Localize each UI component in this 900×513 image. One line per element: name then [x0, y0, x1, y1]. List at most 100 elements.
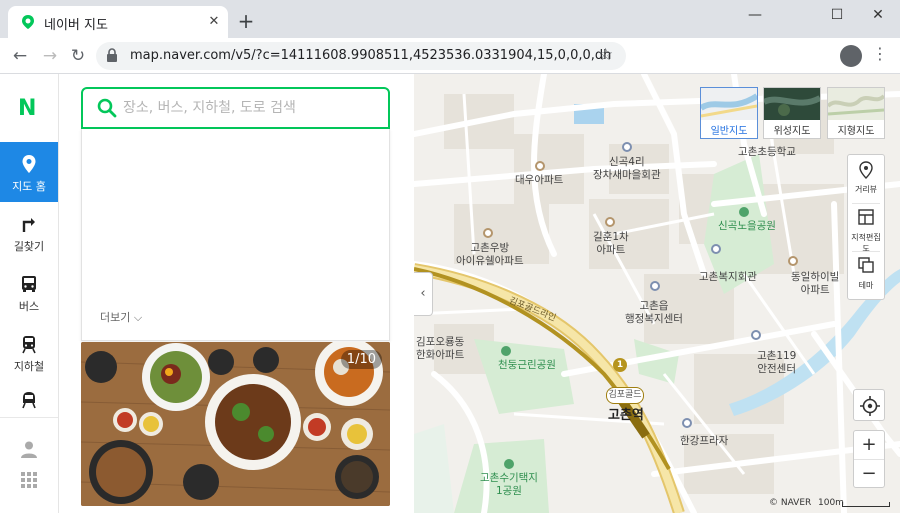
- place-label[interactable]: 김포오룡동 한화아파트: [416, 336, 464, 362]
- photo-counter: 1/10: [340, 350, 382, 369]
- place-label[interactable]: 천둥근린공원: [498, 359, 556, 372]
- place-label[interactable]: 고촌복지회관: [699, 271, 757, 284]
- nav-item-train[interactable]: [0, 382, 58, 418]
- cadastral-map-icon: [858, 209, 874, 225]
- place-label[interactable]: 고촌읍 행정복지센터: [625, 300, 683, 326]
- naver-logo[interactable]: N: [18, 96, 36, 121]
- poi-marker[interactable]: [501, 346, 511, 356]
- map-scale-label: 100m: [818, 498, 844, 508]
- address-bar[interactable]: map.naver.com/v5/?c=14111608.9908511,452…: [96, 42, 626, 70]
- place-label[interactable]: 고촌우방 아이유쉘아파트: [456, 242, 524, 268]
- tool-label: 테마: [858, 281, 874, 290]
- zoom-out-button[interactable]: −: [854, 459, 884, 487]
- back-arrow-icon[interactable]: ←: [6, 42, 34, 70]
- map-type-terrain[interactable]: 지형지도: [827, 87, 885, 139]
- poi-marker[interactable]: [483, 228, 493, 238]
- search-box[interactable]: [81, 87, 390, 129]
- place-label[interactable]: 고촌초등학교: [738, 146, 796, 159]
- poi-marker[interactable]: [788, 256, 798, 266]
- naver-map-favicon-icon: [22, 15, 34, 29]
- search-suggestions: 더보기 ⌵: [81, 129, 390, 341]
- nav-item-label: 지하철: [13, 360, 45, 373]
- place-label[interactable]: 대우아파트: [515, 174, 563, 187]
- theme-layers-icon: [858, 257, 874, 273]
- station-line-badge[interactable]: 김포골드: [606, 387, 644, 404]
- poi-marker[interactable]: [739, 207, 749, 217]
- crosshair-icon: [860, 396, 880, 416]
- map-pin-icon: [22, 155, 36, 173]
- directions-icon: [22, 218, 35, 232]
- place-label[interactable]: 신곡4리 장차새마을회관: [593, 156, 661, 182]
- zoom-control: + −: [853, 430, 885, 488]
- street-view-button[interactable]: 거리뷰: [848, 155, 884, 203]
- station-name[interactable]: 고촌역: [608, 404, 644, 423]
- place-label[interactable]: 고촌수기택지 1공원: [480, 472, 538, 498]
- poi-marker[interactable]: [535, 161, 545, 171]
- satellite-map-thumbnail: [764, 88, 820, 120]
- close-window-button[interactable]: ✕: [858, 2, 898, 28]
- bookmark-star-icon[interactable]: ☆: [598, 45, 613, 65]
- nav-item-bus[interactable]: 버스: [0, 262, 58, 322]
- poi-marker[interactable]: [751, 330, 761, 340]
- poi-marker[interactable]: [622, 142, 632, 152]
- bus-icon: [22, 276, 36, 292]
- nav-item-label: 버스: [18, 300, 40, 313]
- terrain-map-thumbnail: [828, 88, 884, 120]
- zoom-in-button[interactable]: +: [854, 431, 884, 459]
- map-scale-bar: [842, 502, 890, 507]
- map-attribution: © NAVER: [769, 498, 812, 508]
- nav-item-label: 지도 홈: [12, 180, 46, 193]
- profile-avatar-icon[interactable]: [840, 45, 862, 67]
- new-tab-button[interactable]: +: [234, 10, 258, 34]
- place-label[interactable]: 길훈1차 아파트: [593, 231, 629, 257]
- train-icon: [22, 392, 36, 409]
- grid-icon[interactable]: [21, 472, 37, 488]
- browser-tab[interactable]: 네이버 지도 ✕: [8, 6, 228, 38]
- nav-item-directions[interactable]: 길찾기: [0, 202, 58, 262]
- poi-marker[interactable]: [682, 418, 692, 428]
- my-location-button[interactable]: [853, 389, 885, 421]
- minimize-button[interactable]: —: [735, 2, 775, 28]
- place-label[interactable]: 한강프라자: [680, 435, 728, 448]
- map-type-label: 위성지도: [773, 126, 811, 137]
- forward-arrow-icon[interactable]: →: [36, 42, 64, 70]
- subway-icon: [22, 336, 36, 354]
- nav-item-subway[interactable]: 지하철: [0, 322, 58, 382]
- search-icon: [97, 98, 117, 118]
- cadastral-map-button[interactable]: 지적편집도: [848, 203, 884, 253]
- place-label[interactable]: 고촌119 안전센터: [757, 350, 796, 376]
- tab-close-icon[interactable]: ✕: [204, 12, 224, 32]
- street-view-pin-icon: [859, 161, 873, 179]
- browser-toolbar: ← → ↻ map.naver.com/v5/?c=14111608.99085…: [0, 38, 900, 74]
- more-link[interactable]: 더보기 ⌵: [100, 309, 142, 325]
- url-text: map.naver.com/v5/?c=14111608.9908511,452…: [130, 48, 612, 63]
- place-label[interactable]: 신곡노을공원: [718, 220, 776, 233]
- map-view[interactable]: ‹ 고촌초등학교 신곡4리 장차새마을회관 대우아파트 신곡노을공원 길훈1차 …: [414, 74, 900, 513]
- nav-item-label: 길찾기: [13, 240, 45, 253]
- map-type-satellite[interactable]: 위성지도: [763, 87, 821, 139]
- nav-divider: [0, 417, 58, 418]
- user-icon[interactable]: [20, 440, 38, 458]
- tool-label: 거리뷰: [854, 185, 878, 194]
- map-tool-stack: 거리뷰 지적편집도 테마: [847, 154, 885, 300]
- place-label[interactable]: 동일하이빌 아파트: [791, 271, 839, 297]
- browser-menu-icon[interactable]: ⋮: [872, 44, 888, 63]
- poi-marker[interactable]: [605, 217, 615, 227]
- left-navigation: N 지도 홈 길찾기 버스 지하철: [0, 74, 59, 513]
- station-line-number: 1: [613, 358, 627, 372]
- panel-collapse-button[interactable]: ‹: [414, 272, 433, 316]
- browser-tabstrip: 네이버 지도 ✕ + — ☐ ✕: [0, 0, 900, 38]
- nav-item-map-home[interactable]: 지도 홈: [0, 142, 58, 202]
- search-input[interactable]: [123, 97, 373, 119]
- poi-marker[interactable]: [504, 459, 514, 469]
- lock-icon: [107, 48, 117, 62]
- poi-marker[interactable]: [711, 244, 721, 254]
- theme-button[interactable]: 테마: [848, 251, 884, 299]
- reload-icon[interactable]: ↻: [64, 42, 92, 70]
- food-photo-card[interactable]: 1/10: [81, 342, 390, 506]
- tab-title: 네이버 지도: [44, 18, 108, 33]
- map-type-normal[interactable]: 일반지도: [700, 87, 758, 139]
- poi-marker[interactable]: [650, 281, 660, 291]
- maximize-button[interactable]: ☐: [817, 2, 857, 28]
- search-panel: 더보기 ⌵: [59, 74, 414, 513]
